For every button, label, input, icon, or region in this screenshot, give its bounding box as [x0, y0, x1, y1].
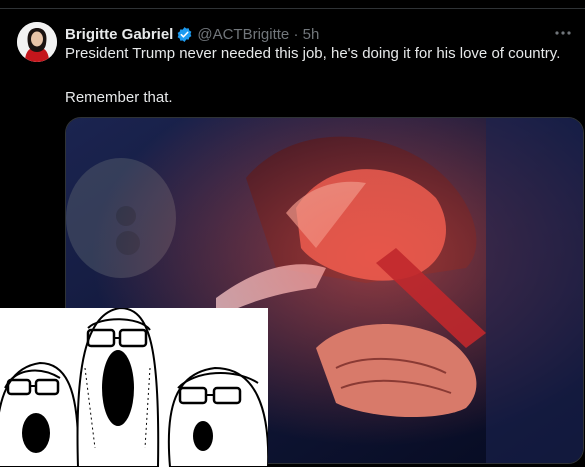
verified-badge-icon	[176, 26, 193, 43]
wojak-meme-image	[0, 308, 268, 467]
author-avatar[interactable]	[17, 22, 57, 62]
tweet-text-line-2: Remember that.	[65, 89, 173, 106]
author-handle-and-time[interactable]: @ACTBrigitte · 5h	[197, 26, 319, 43]
author-name[interactable]: Brigitte Gabriel	[65, 26, 173, 43]
tweet-header: Brigitte Gabriel @ACTBrigitte · 5h	[65, 24, 319, 44]
tweet-text-line-1: President Trump never needed this job, h…	[65, 45, 561, 62]
timeline-divider	[0, 0, 585, 9]
more-options-icon[interactable]	[553, 24, 573, 42]
